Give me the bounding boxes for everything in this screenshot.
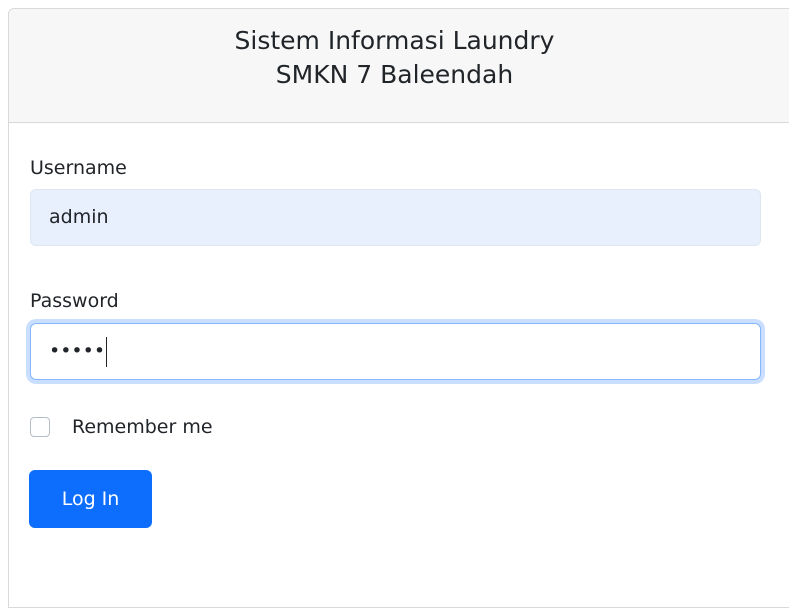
remember-me-row[interactable]: Remember me — [30, 415, 213, 439]
text-caret — [106, 336, 108, 367]
login-button[interactable]: Log In — [29, 470, 152, 528]
password-value: ••••• — [49, 340, 106, 362]
title-line-1: Sistem Informasi Laundry — [234, 26, 555, 55]
password-label: Password — [30, 290, 119, 312]
username-label: Username — [30, 157, 127, 179]
page-title: Sistem Informasi Laundry SMKN 7 Baleenda… — [0, 24, 789, 92]
remember-me-label[interactable]: Remember me — [72, 416, 213, 438]
title-line-2: SMKN 7 Baleendah — [275, 60, 514, 89]
remember-me-checkbox[interactable] — [30, 417, 50, 437]
password-input[interactable]: ••••• — [30, 323, 761, 380]
username-value: admin — [49, 206, 109, 228]
username-input[interactable]: admin — [30, 189, 761, 246]
